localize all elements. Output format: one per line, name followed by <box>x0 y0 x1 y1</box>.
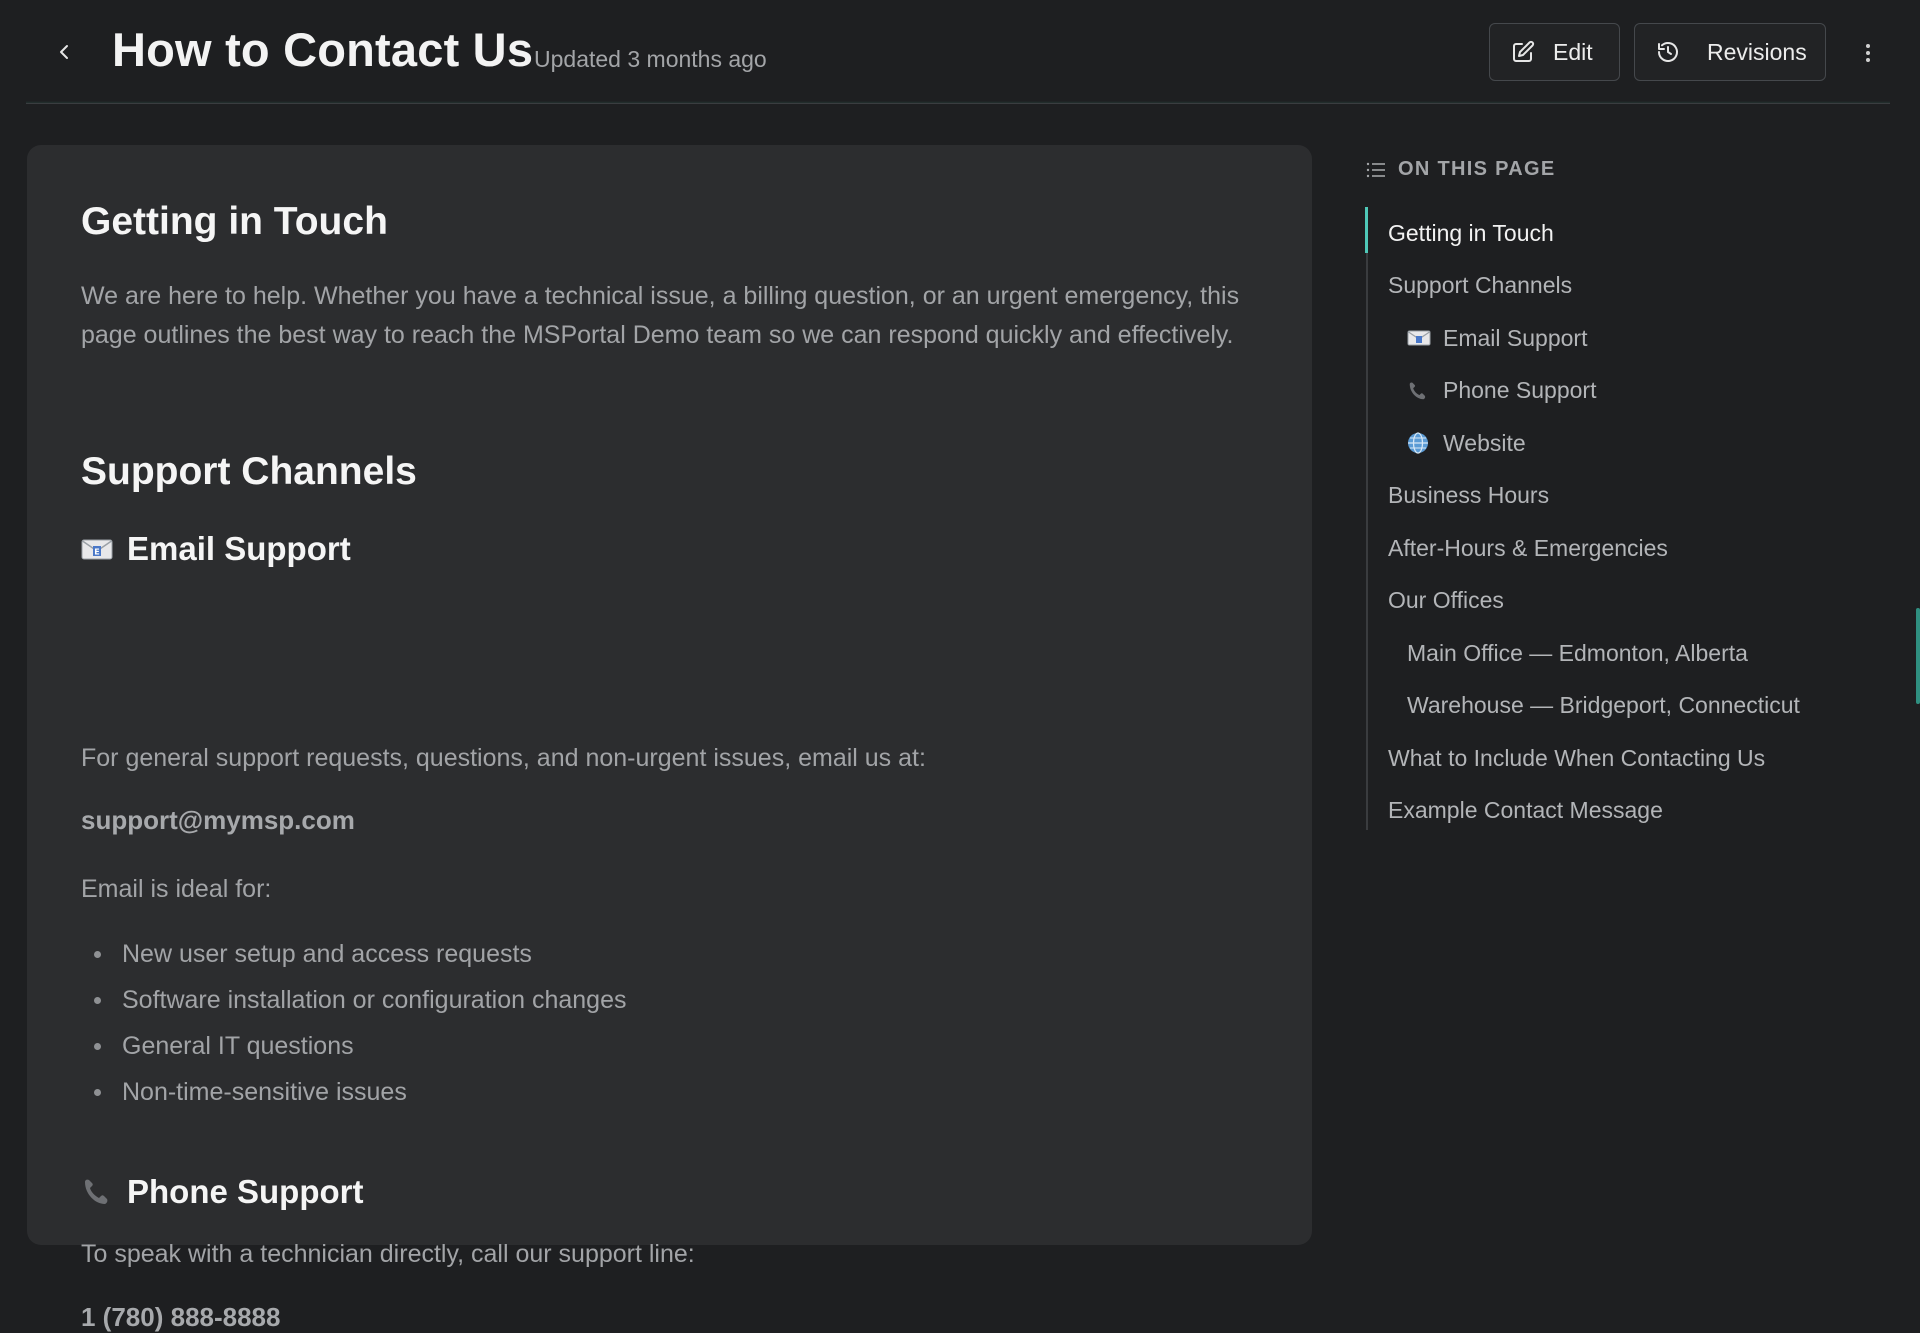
chevron-left-icon <box>60 45 68 59</box>
revisions-button-label: Revisions <box>1707 38 1807 65</box>
phone-icon <box>1407 380 1443 402</box>
list-item: General IT questions <box>81 1023 626 1069</box>
list-icon <box>1366 162 1385 177</box>
page-title: How to Contact Us <box>112 23 534 76</box>
toc-rail <box>1366 207 1368 830</box>
toc-item-our-offices[interactable]: Our Offices <box>1388 575 1800 628</box>
heading-email-support: E Email Support <box>81 530 351 568</box>
toc-item-support-channels[interactable]: Support Channels <box>1388 260 1800 313</box>
svg-text:E: E <box>94 548 99 557</box>
toc-item-getting-in-touch[interactable]: Getting in Touch <box>1388 207 1800 260</box>
toc-active-indicator <box>1365 207 1368 253</box>
scrollbar-thumb[interactable] <box>1916 608 1920 704</box>
back-button[interactable] <box>48 32 80 72</box>
email-use-list: New user setup and access requests Softw… <box>81 931 626 1115</box>
page-header: How to Contact Us Updated 3 months ago E… <box>26 0 1890 104</box>
list-item: New user setup and access requests <box>81 931 626 977</box>
email-icon: E <box>81 537 113 561</box>
toc-item-what-to-include[interactable]: What to Include When Contacting Us <box>1388 732 1800 785</box>
toc-item-business-hours[interactable]: Business Hours <box>1388 470 1800 523</box>
vertical-ellipsis-icon <box>1866 44 1870 62</box>
phone-support-intro: To speak with a technician directly, cal… <box>81 1240 695 1268</box>
globe-icon <box>1407 432 1443 454</box>
edit-icon <box>1513 40 1535 62</box>
toc-title-label: ON THIS PAGE <box>1398 158 1556 180</box>
heading-support-channels: Support Channels <box>81 450 417 493</box>
updated-timestamp: Updated 3 months ago <box>534 46 767 72</box>
email-icon <box>1407 329 1443 347</box>
history-icon <box>1658 42 1678 62</box>
phone-icon <box>81 1176 113 1208</box>
heading-phone-support: Phone Support <box>81 1173 363 1211</box>
email-support-title: Email Support <box>127 530 351 567</box>
toc-item-label: Email Support <box>1443 324 1588 351</box>
email-support-intro: For general support requests, questions,… <box>81 744 926 772</box>
phone-support-title: Phone Support <box>127 1173 364 1210</box>
toc-item-example-message[interactable]: Example Contact Message <box>1388 785 1800 838</box>
article-card: Getting in Touch We are here to help. Wh… <box>27 145 1312 1332</box>
toc-item-phone-support[interactable]: Phone Support <box>1388 365 1800 418</box>
toc-list: Getting in Touch Support Channels Email … <box>1388 207 1800 837</box>
edit-button[interactable]: Edit <box>1489 23 1620 81</box>
toc-item-main-office[interactable]: Main Office — Edmonton, Alberta <box>1388 627 1800 680</box>
toc-item-website[interactable]: Website <box>1388 417 1800 470</box>
heading-getting-in-touch: Getting in Touch <box>81 200 388 243</box>
toc-item-email-support[interactable]: Email Support <box>1388 312 1800 365</box>
email-ideal-for: Email is ideal for: <box>81 875 272 903</box>
toc-item-label: Website <box>1443 429 1526 456</box>
list-item: Non-time-sensitive issues <box>81 1069 626 1115</box>
toc-item-warehouse[interactable]: Warehouse — Bridgeport, Connecticut <box>1388 680 1800 733</box>
support-email-address[interactable]: support@mymsp.com <box>81 805 355 836</box>
edit-button-label: Edit <box>1553 38 1593 65</box>
getting-in-touch-body: We are here to help. Whether you have a … <box>81 282 1240 349</box>
toc-item-label: Phone Support <box>1443 377 1597 404</box>
revisions-button[interactable]: Revisions <box>1634 23 1826 81</box>
more-options-button[interactable] <box>1858 36 1878 70</box>
support-phone-number[interactable]: 1 (780) 888-8888 <box>81 1302 280 1333</box>
toc-item-after-hours[interactable]: After-Hours & Emergencies <box>1388 522 1800 575</box>
list-item: Software installation or configuration c… <box>81 977 626 1023</box>
toc-title: ON THIS PAGE <box>1366 158 1555 181</box>
